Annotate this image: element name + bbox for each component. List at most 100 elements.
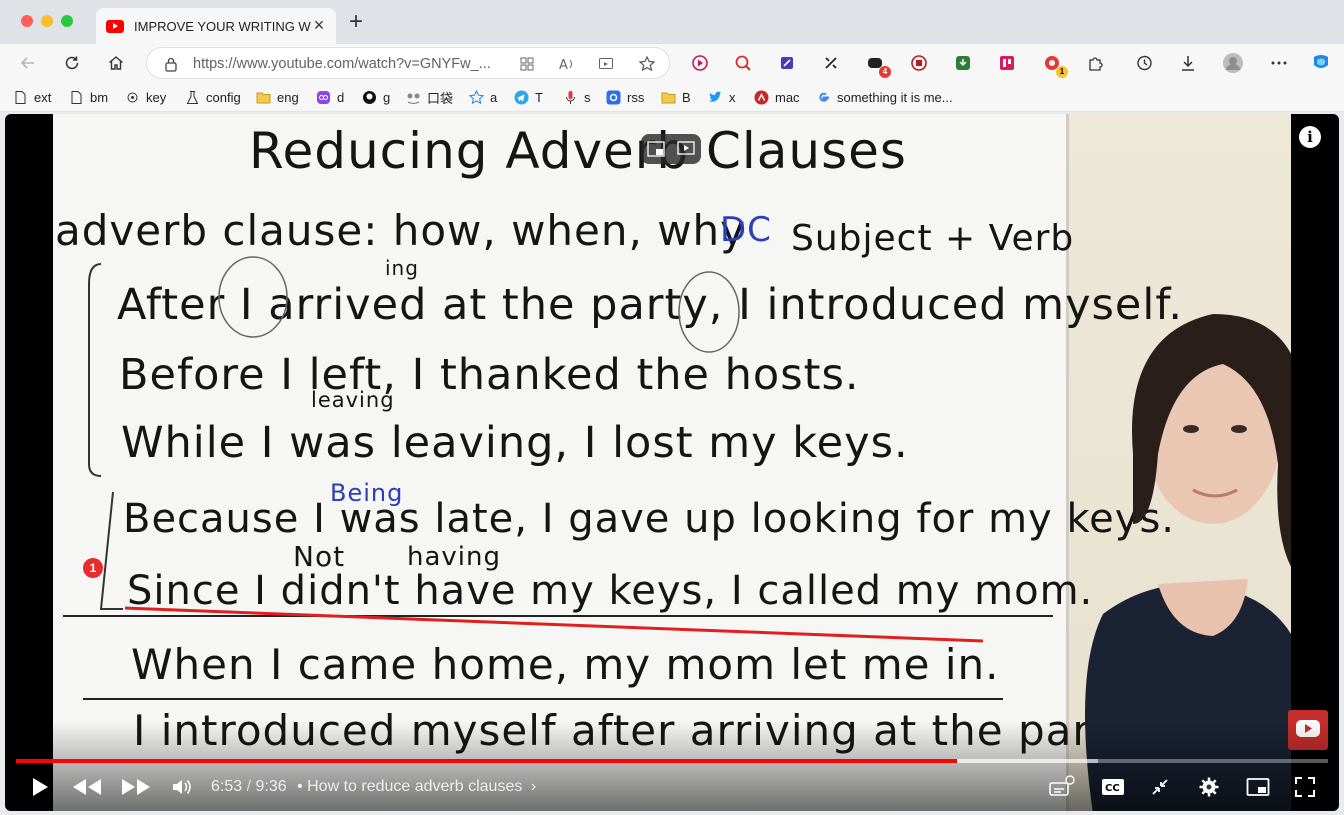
next-button[interactable]: [118, 772, 154, 802]
gear-icon: [127, 92, 138, 102]
bookmark-bm[interactable]: bm: [69, 88, 108, 106]
star-icon: [469, 89, 484, 104]
progress-bar[interactable]: [16, 759, 1328, 763]
close-tab-icon[interactable]: ×: [310, 16, 328, 35]
url-text[interactable]: https://www.youtube.com/watch?v=GNYFw_..…: [193, 56, 491, 72]
extension-video-icon[interactable]: [907, 51, 931, 75]
bookmark-label: key: [146, 89, 167, 105]
bookmark-s[interactable]: s: [563, 88, 591, 106]
bookmark-label: rss: [627, 89, 645, 105]
gear-icon: [1199, 777, 1219, 797]
bookmark-label: ext: [34, 89, 52, 105]
folder-icon: [256, 92, 271, 103]
extension-game-icon[interactable]: 4: [863, 51, 891, 78]
bookmark-config[interactable]: config: [185, 88, 241, 106]
downloads-icon[interactable]: [1176, 51, 1200, 75]
immersive-reader-icon: [599, 58, 613, 69]
time-display: 6:53 / 9:36 • How to reduce adverb claus…: [211, 778, 536, 796]
extension-player-icon[interactable]: [688, 51, 712, 75]
miniplayer-button[interactable]: [1243, 772, 1273, 802]
bookmark-mac[interactable]: mac: [754, 88, 800, 106]
bookmark-b[interactable]: B: [661, 88, 691, 106]
bookmark-x[interactable]: x: [708, 88, 736, 106]
bookmark-label: g: [383, 89, 391, 105]
history-icon[interactable]: [1132, 51, 1156, 75]
extension-badge: 1: [1056, 66, 1068, 78]
new-tab-button[interactable]: +: [345, 10, 367, 34]
bookmark-d[interactable]: d: [316, 88, 344, 106]
more-menu-icon[interactable]: [1267, 51, 1291, 75]
previous-button[interactable]: [69, 772, 105, 802]
time-separator: /: [242, 778, 256, 795]
extension-badge: 4: [879, 66, 891, 78]
extension-tools-icon[interactable]: [819, 51, 843, 75]
play-button[interactable]: [25, 772, 55, 802]
reload-icon: [65, 56, 79, 70]
rewind-icon: [73, 779, 101, 795]
bookmark-label: 口袋: [427, 90, 454, 106]
minimize-window-button[interactable]: [41, 15, 53, 27]
back-arrow-icon: [20, 57, 34, 69]
bookmarks-bar: ext bm key config eng d g 口袋 a T s rss B…: [0, 82, 1344, 112]
mac-icon: [754, 90, 769, 104]
browser-tab[interactable]: IMPROVE YOUR WRITING WITH ×: [96, 8, 336, 44]
fullscreen-button[interactable]: [1290, 772, 1320, 802]
close-window-button[interactable]: [21, 15, 33, 27]
app-available-icon: [520, 57, 534, 71]
extension-board-icon[interactable]: [995, 51, 1019, 75]
url-host: https://www.youtube.com: [193, 56, 355, 72]
zoom-window-button[interactable]: [61, 15, 73, 27]
autoplay-settings-button[interactable]: [1045, 772, 1077, 802]
mic-icon: [566, 90, 575, 104]
fullscreen-icon: [1295, 777, 1315, 797]
bookmark-key[interactable]: key: [125, 88, 166, 106]
bookmark-pocket[interactable]: 口袋: [406, 88, 453, 106]
youtube-favicon-icon: [106, 19, 124, 33]
collapse-arrows-icon: [1152, 779, 1168, 795]
extension-notes-icon[interactable]: [775, 51, 799, 75]
page-icon: [71, 90, 82, 104]
bookmark-eng[interactable]: eng: [256, 88, 299, 106]
bookmark-rss[interactable]: rss: [606, 88, 644, 106]
tab-title: IMPROVE YOUR WRITING WITH: [134, 18, 312, 34]
settings-button[interactable]: [1194, 772, 1224, 802]
duration: 9:36: [255, 778, 287, 795]
extensions-puzzle-icon[interactable]: [1084, 51, 1108, 75]
whiteboard-ink-marks: [63, 256, 1053, 700]
google-icon: [819, 92, 829, 102]
svg-text:CC: CC: [1105, 783, 1120, 794]
annotation-marker: 1: [83, 558, 103, 578]
extension-search-icon[interactable]: [731, 51, 755, 75]
home-button[interactable]: [102, 49, 130, 77]
chapter-chevron-icon[interactable]: ›: [531, 778, 536, 795]
url-path: /watch?v=GNYFw_...: [354, 56, 491, 72]
fast-forward-icon: [122, 779, 150, 795]
profile-avatar-icon[interactable]: [1221, 51, 1245, 75]
video-player[interactable]: Reducing Adverb Clauses adverb clause: h…: [5, 114, 1339, 811]
bookmark-ext[interactable]: ext: [13, 88, 51, 106]
favorite-star-icon: [638, 55, 656, 72]
reload-button[interactable]: [58, 49, 86, 77]
bookmark-g[interactable]: g: [362, 88, 390, 106]
bookmark-label: config: [206, 89, 241, 105]
captions-button[interactable]: CC: [1098, 772, 1128, 802]
extension-record-icon[interactable]: 1: [1040, 51, 1068, 78]
picture-in-picture-icon[interactable]: [647, 141, 665, 157]
closed-captions-icon: CC: [1102, 779, 1124, 795]
extension-download-icon[interactable]: [951, 51, 975, 75]
cast-play-icon[interactable]: [677, 141, 695, 157]
info-button[interactable]: i: [1299, 126, 1321, 148]
bookmark-a[interactable]: a: [469, 88, 497, 106]
bookmark-t[interactable]: T: [514, 88, 543, 106]
copilot-icon[interactable]: [1309, 51, 1333, 75]
exit-miniplayer-button[interactable]: [1145, 772, 1175, 802]
bookmark-something[interactable]: something it is me...: [816, 88, 953, 106]
volume-button[interactable]: [169, 772, 195, 802]
back-button[interactable]: [14, 49, 42, 77]
svg-text:A: A: [559, 58, 568, 72]
chapter-title[interactable]: • How to reduce adverb clauses: [297, 778, 522, 795]
bookmark-label: x: [729, 89, 736, 105]
bookmark-label: mac: [775, 89, 800, 105]
address-bar[interactable]: https://www.youtube.com/watch?v=GNYFw_..…: [146, 47, 670, 79]
bookmark-label: T: [535, 89, 543, 105]
